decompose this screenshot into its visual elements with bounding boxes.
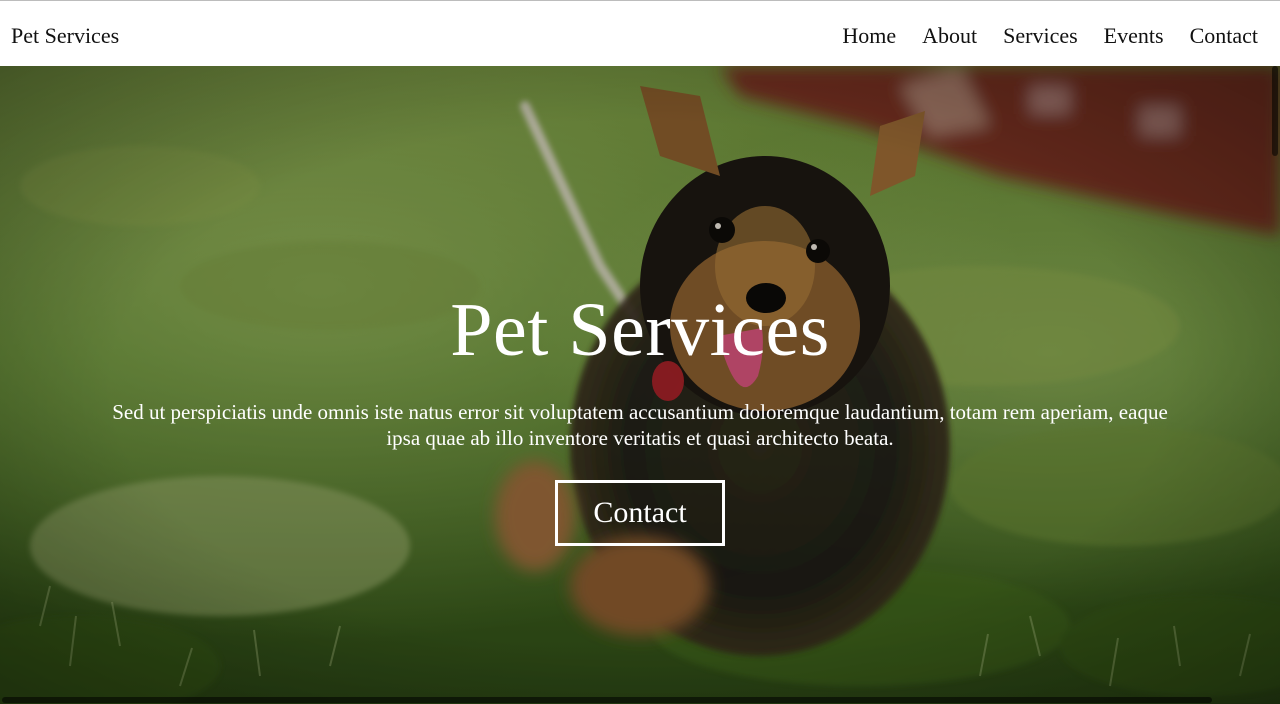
- brand-logo-link[interactable]: Pet Services: [11, 23, 119, 49]
- contact-button[interactable]: Contact: [555, 480, 725, 546]
- nav-link-contact[interactable]: Contact: [1190, 23, 1258, 49]
- horizontal-scrollbar[interactable]: [2, 697, 1212, 703]
- nav-link-services[interactable]: Services: [1003, 23, 1078, 49]
- hero-description: Sed ut perspiciatis unde omnis iste natu…: [112, 400, 1168, 450]
- vertical-scrollbar[interactable]: [1272, 66, 1278, 156]
- nav-link-about[interactable]: About: [922, 23, 977, 49]
- nav-link-home[interactable]: Home: [842, 23, 896, 49]
- hero-title: Pet Services: [450, 288, 830, 372]
- hero-section: Pet Services Sed ut perspiciatis unde om…: [0, 66, 1280, 704]
- page: Pet Services Home About Services Events …: [0, 0, 1280, 704]
- top-navbar: Pet Services Home About Services Events …: [0, 0, 1280, 66]
- hero-content: Pet Services Sed ut perspiciatis unde om…: [0, 66, 1280, 704]
- nav-link-events[interactable]: Events: [1104, 23, 1164, 49]
- main-nav: Home About Services Events Contact: [842, 23, 1258, 49]
